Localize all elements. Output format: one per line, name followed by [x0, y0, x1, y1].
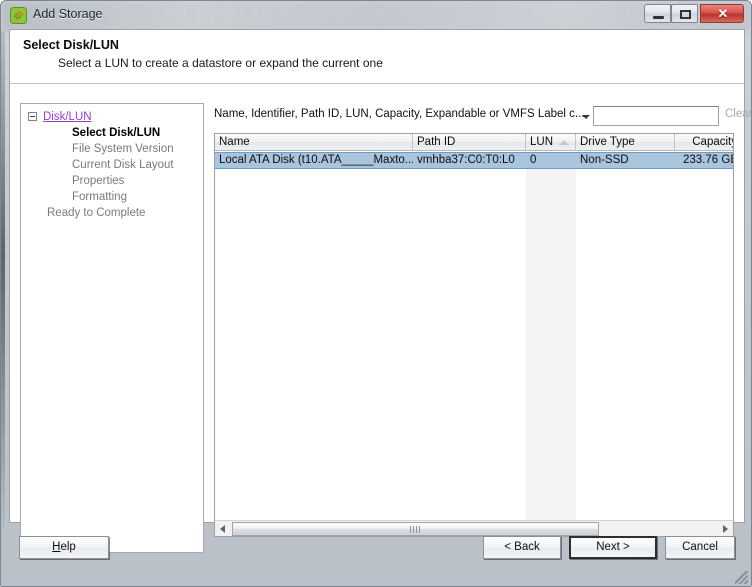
filter-criteria-label[interactable]: Name, Identifier, Path ID, LUN, Capacity… — [214, 108, 585, 120]
sorted-column-highlight — [526, 152, 576, 536]
page-title: Select Disk/LUN — [23, 38, 119, 52]
column-header-lun[interactable]: LUN — [526, 134, 576, 151]
help-button[interactable]: Help — [19, 536, 109, 559]
close-icon: ✕ — [717, 6, 729, 21]
back-button[interactable]: < Back — [483, 536, 561, 559]
sidebar-item-disk-lun[interactable]: Disk/LUN — [43, 109, 92, 125]
window-left-edge — [1, 31, 5, 531]
column-header-lun-label: LUN — [530, 136, 554, 148]
sidebar-item-file-system-version[interactable]: File System Version — [21, 141, 203, 157]
next-button[interactable]: Next > — [569, 536, 657, 559]
table-header-row: Name Path ID LUN Drive Type Capacity — [215, 134, 733, 151]
wizard-steps-panel: Disk/LUN Select Disk/LUN File System Ver… — [20, 103, 204, 553]
column-header-name[interactable]: Name — [215, 134, 413, 151]
collapse-icon[interactable] — [28, 112, 37, 121]
column-header-capacity[interactable]: Capacity — [675, 134, 733, 151]
clear-filter-link[interactable]: Clear — [725, 108, 751, 120]
sidebar-item-ready-to-complete[interactable]: Ready to Complete — [21, 205, 203, 221]
sidebar-item-formatting[interactable]: Formatting — [21, 189, 203, 205]
page-subtitle: Select a LUN to create a datastore or ex… — [58, 56, 383, 70]
chevron-down-icon[interactable] — [582, 115, 590, 119]
minimize-icon — [653, 16, 664, 19]
add-storage-icon — [10, 7, 27, 24]
sidebar-item-properties[interactable]: Properties — [21, 173, 203, 189]
maximize-button[interactable] — [671, 4, 698, 23]
close-button[interactable]: ✕ — [700, 4, 744, 23]
resize-grip[interactable] — [735, 571, 748, 584]
wizard-steps-tree: Disk/LUN Select Disk/LUN File System Ver… — [21, 109, 203, 221]
cell-path-id: vmhba37:C0:T0:L0 — [417, 154, 515, 166]
disk-lun-table: Name Path ID LUN Drive Type Capacity Loc… — [214, 133, 734, 537]
dialog-client-area: Select Disk/LUN Select a LUN to create a… — [9, 29, 751, 553]
cancel-button[interactable]: Cancel — [665, 536, 735, 559]
cell-lun: 0 — [530, 154, 537, 166]
column-header-drive-type[interactable]: Drive Type — [576, 134, 675, 151]
nav-root-row[interactable]: Disk/LUN — [21, 109, 203, 125]
dialog-button-bar: Help < Back Next > Cancel — [9, 525, 745, 577]
help-button-label: elp — [60, 541, 76, 553]
cell-capacity: 233.76 GB — [683, 154, 734, 166]
main-content: Name, Identifier, Path ID, LUN, Capacity… — [210, 103, 751, 553]
wizard-header: Select Disk/LUN Select a LUN to create a… — [10, 30, 744, 84]
filter-bar: Name, Identifier, Path ID, LUN, Capacity… — [210, 103, 751, 131]
window-title: Add Storage — [33, 7, 103, 21]
column-header-path-id[interactable]: Path ID — [413, 134, 526, 151]
search-input[interactable] — [593, 106, 719, 126]
table-row[interactable]: Local ATA Disk (t10.ATA_____Maxto... vmh… — [215, 152, 734, 169]
sort-ascending-icon — [559, 140, 569, 145]
sidebar-item-select-disk-lun[interactable]: Select Disk/LUN — [21, 125, 203, 141]
minimize-button[interactable] — [644, 4, 671, 23]
cell-name: Local ATA Disk (t10.ATA_____Maxto... — [219, 154, 413, 166]
title-bar[interactable]: Add Storage ✕ — [1, 1, 751, 31]
add-storage-window: Add Storage ✕ Select Disk/LUN Select a L… — [0, 0, 752, 587]
cell-drive-type: Non-SSD — [580, 154, 629, 166]
sidebar-item-current-disk-layout[interactable]: Current Disk Layout — [21, 157, 203, 173]
restore-icon — [680, 10, 691, 19]
